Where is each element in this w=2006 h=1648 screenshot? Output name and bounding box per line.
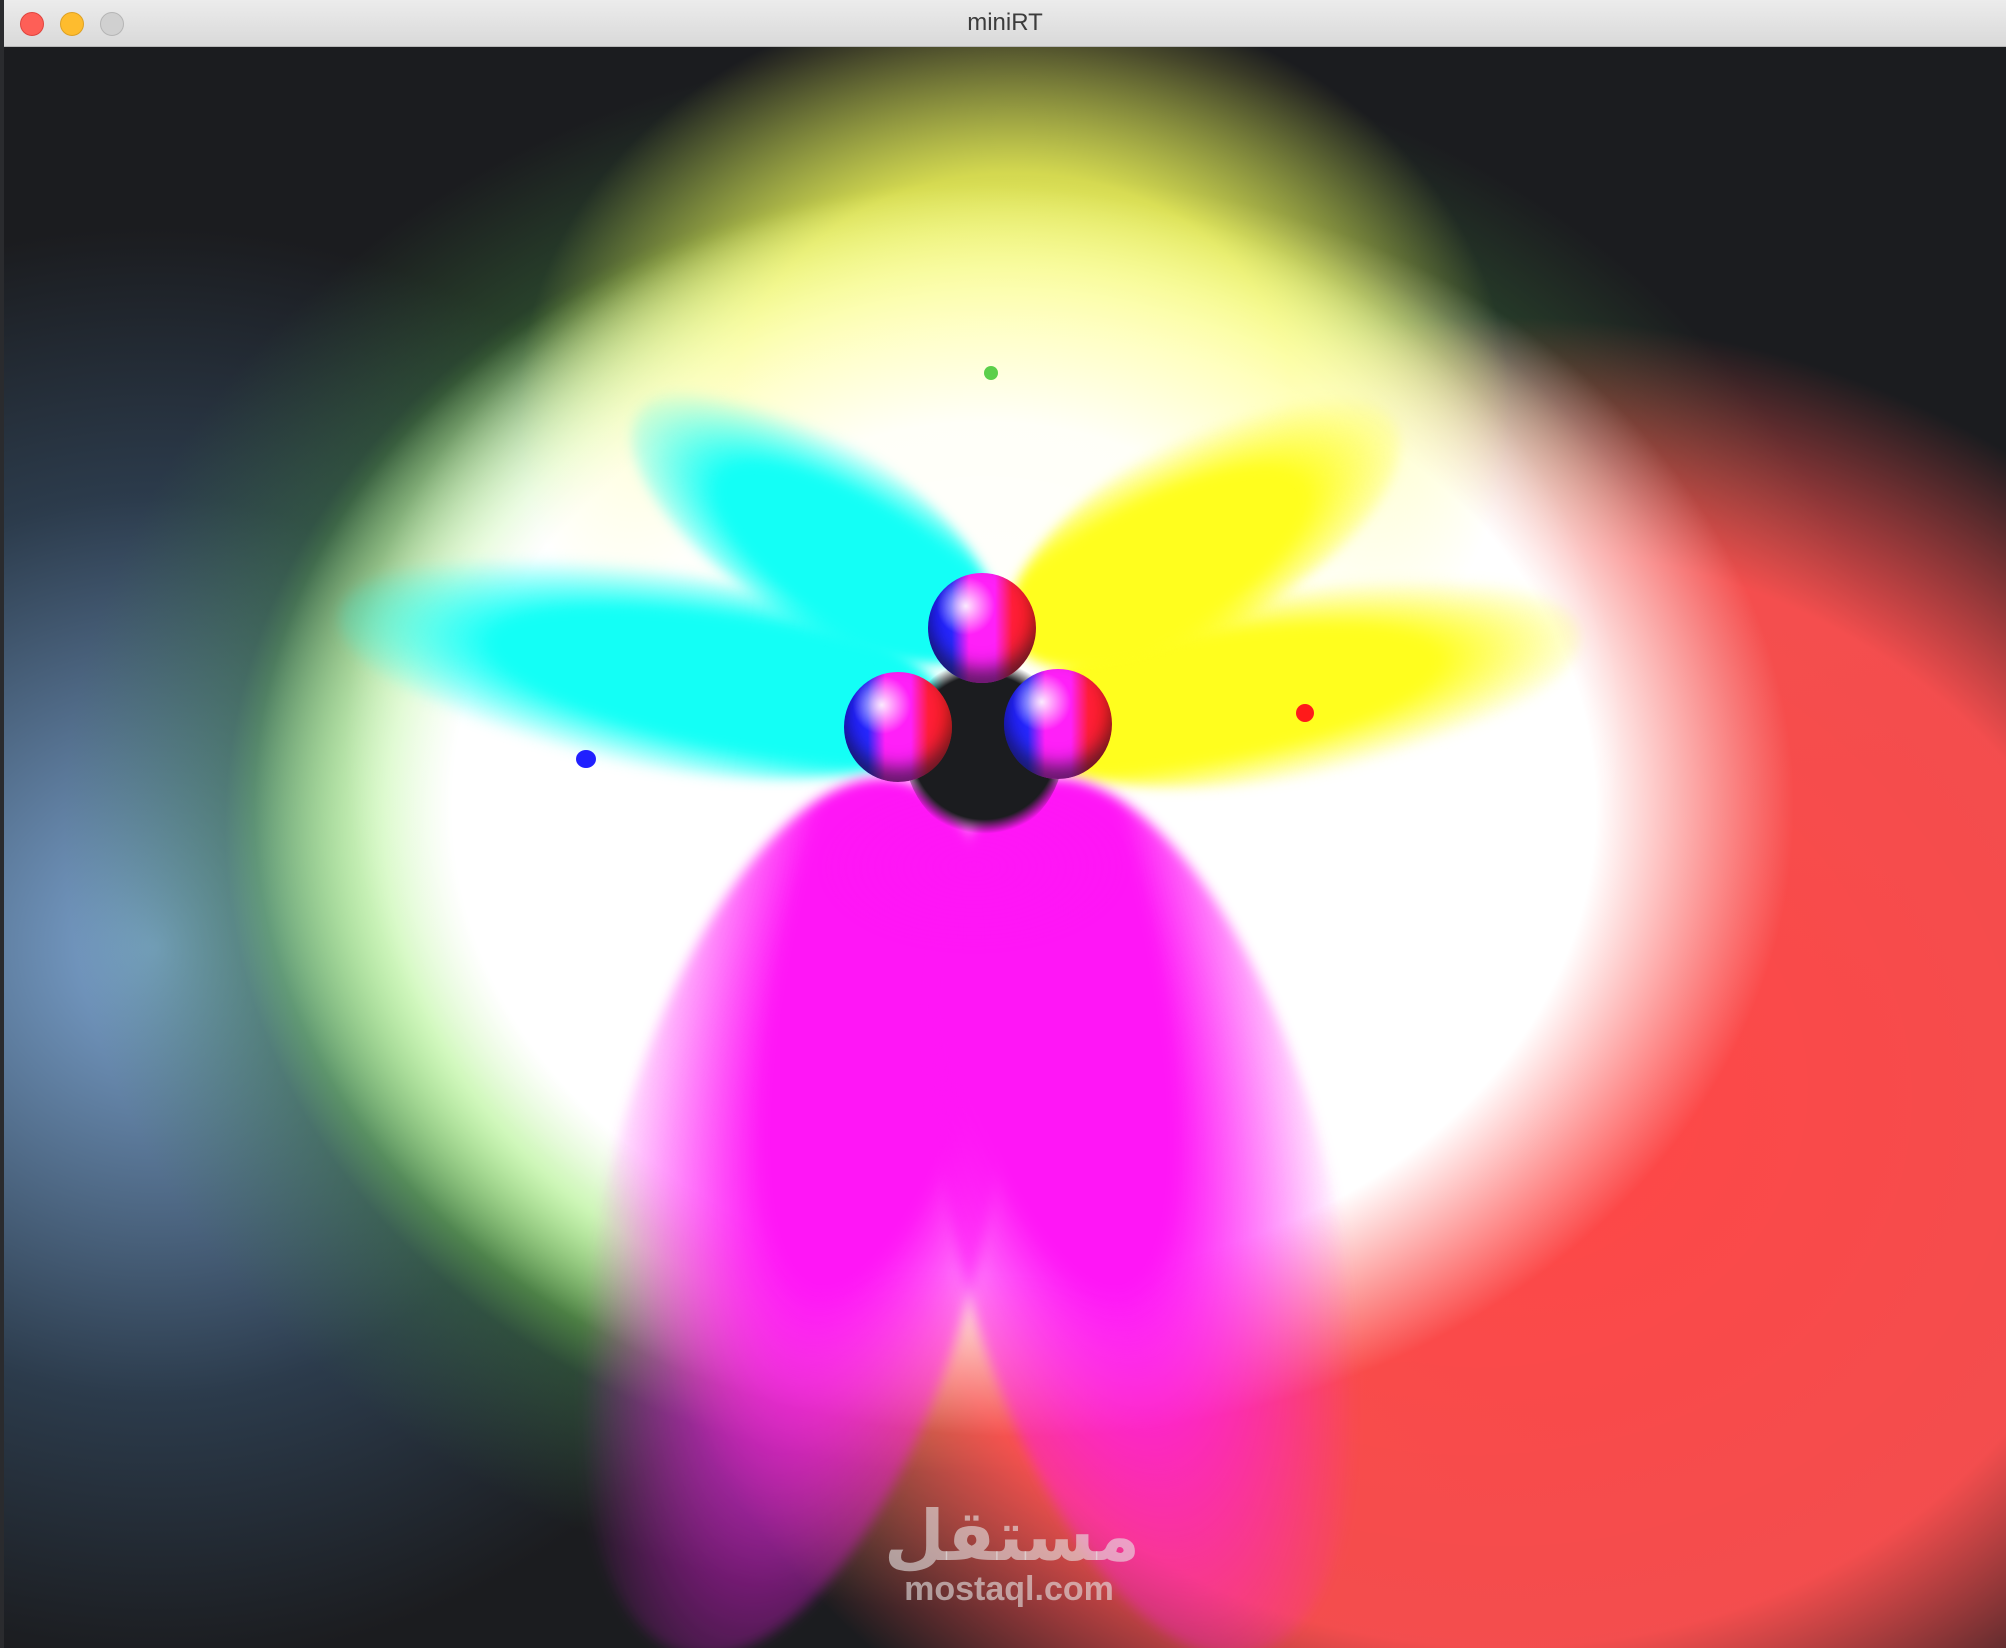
- left-edge-strip: [0, 47, 4, 1648]
- watermark-arabic: مستقل: [884, 1495, 1141, 1577]
- title-bar[interactable]: miniRT: [4, 0, 2006, 47]
- watermark-latin: mostaql.com: [904, 1570, 1114, 1608]
- render-canvas[interactable]: مستقل mostaql.com: [4, 47, 2006, 1648]
- blue-light-source: [576, 750, 596, 768]
- sphere-top: [928, 573, 1036, 683]
- app-window: miniRT مستقل mostaql.com: [4, 0, 2006, 1648]
- green-light-source: [984, 366, 998, 380]
- red-light-source: [1296, 704, 1314, 722]
- window-title: miniRT: [967, 9, 1043, 36]
- watermark: مستقل mostaql.com: [884, 1495, 1141, 1608]
- sphere-left: [844, 672, 952, 782]
- sphere-right: [1004, 669, 1112, 779]
